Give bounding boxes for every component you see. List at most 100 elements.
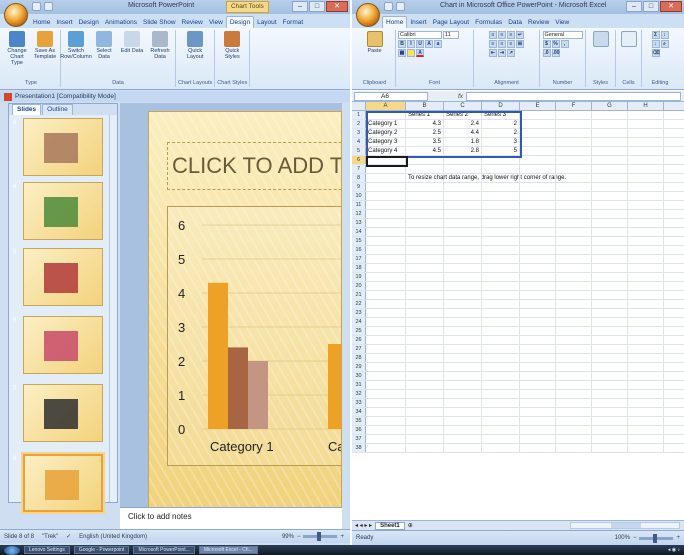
cell[interactable] [556, 138, 592, 146]
cell[interactable] [444, 363, 482, 371]
cell[interactable]: Category 3 [366, 138, 406, 146]
tab-data[interactable]: Data [505, 17, 525, 28]
cell[interactable]: 2.8 [444, 147, 482, 155]
cell[interactable] [592, 174, 628, 182]
cell[interactable] [628, 129, 664, 137]
cell[interactable] [556, 426, 592, 434]
zoom-level[interactable]: 99% [282, 534, 294, 540]
row-header[interactable]: 4 [352, 138, 366, 146]
cell[interactable] [628, 363, 664, 371]
cell[interactable] [592, 345, 628, 353]
cell[interactable] [406, 345, 444, 353]
wrap-text-icon[interactable]: ↵ [516, 31, 524, 39]
cell[interactable]: 2.4 [444, 120, 482, 128]
cell[interactable] [520, 363, 556, 371]
cell[interactable] [482, 228, 520, 236]
cell[interactable] [366, 327, 406, 335]
cell[interactable] [628, 381, 664, 389]
cell[interactable] [444, 417, 482, 425]
cell[interactable]: Series 1 [406, 111, 444, 119]
cell[interactable] [628, 273, 664, 281]
quick-styles-button[interactable]: Quick Styles [219, 31, 245, 60]
row-header[interactable]: 9 [352, 183, 366, 191]
minimize-icon[interactable]: – [292, 1, 308, 12]
cell[interactable] [556, 408, 592, 416]
cell[interactable] [592, 363, 628, 371]
cell[interactable] [366, 237, 406, 245]
row-header[interactable]: 25 [352, 327, 366, 335]
cell[interactable] [366, 435, 406, 443]
cell[interactable] [444, 174, 482, 182]
cell[interactable] [520, 426, 556, 434]
cell[interactable]: 2 [482, 129, 520, 137]
cell[interactable] [556, 282, 592, 290]
cell[interactable] [592, 165, 628, 173]
cell[interactable]: 1.8 [444, 138, 482, 146]
row-header[interactable]: 12 [352, 210, 366, 218]
taskbar-item[interactable]: Lenovo Settings [24, 546, 70, 554]
cell[interactable] [366, 381, 406, 389]
row-header[interactable]: 27 [352, 345, 366, 353]
cell[interactable] [366, 345, 406, 353]
cell[interactable] [628, 282, 664, 290]
cell[interactable] [366, 444, 406, 452]
cell[interactable] [592, 246, 628, 254]
row-header[interactable]: 37 [352, 435, 366, 443]
cell[interactable] [520, 156, 556, 164]
chart-frame[interactable]: 0 1 2 3 4 5 6 Category 1 Catego [167, 206, 341, 466]
row-header[interactable]: 33 [352, 399, 366, 407]
cell[interactable] [556, 237, 592, 245]
cell[interactable] [406, 210, 444, 218]
tab-page-layout[interactable]: Page Layout [430, 17, 473, 28]
formula-input[interactable] [466, 91, 681, 101]
cell[interactable] [556, 372, 592, 380]
cell[interactable] [592, 219, 628, 227]
column-header[interactable]: H [628, 102, 664, 110]
percent-icon[interactable]: % [551, 40, 560, 48]
cell[interactable] [628, 174, 664, 182]
cell[interactable] [444, 228, 482, 236]
cell[interactable] [592, 309, 628, 317]
cell[interactable] [366, 408, 406, 416]
cell[interactable] [556, 273, 592, 281]
cell[interactable] [520, 309, 556, 317]
zoom-slider[interactable] [303, 532, 338, 541]
sort-filter-icon[interactable]: ↕ [660, 31, 669, 39]
cell[interactable] [592, 372, 628, 380]
cell[interactable]: 4.5 [406, 147, 444, 155]
cell[interactable] [444, 255, 482, 263]
cell[interactable] [520, 282, 556, 290]
cell[interactable] [406, 219, 444, 227]
cell[interactable] [592, 336, 628, 344]
cell[interactable] [444, 273, 482, 281]
cell[interactable] [628, 444, 664, 452]
cell[interactable] [366, 417, 406, 425]
column-header[interactable]: D [482, 102, 520, 110]
cell[interactable] [556, 183, 592, 191]
cell[interactable] [444, 399, 482, 407]
cell[interactable] [556, 165, 592, 173]
cell[interactable] [592, 120, 628, 128]
cell[interactable] [592, 111, 628, 119]
cell[interactable] [628, 390, 664, 398]
cell[interactable] [556, 192, 592, 200]
sheet-nav-icon[interactable]: ◂ ◂ ▸ ▸ [355, 522, 372, 529]
cell[interactable] [366, 390, 406, 398]
shrink-font-icon[interactable]: a [434, 40, 442, 48]
zoom-out-icon[interactable]: − [297, 534, 301, 540]
cell[interactable] [556, 228, 592, 236]
cell[interactable] [406, 309, 444, 317]
align-top-icon[interactable]: ≡ [489, 31, 497, 39]
cell[interactable] [628, 255, 664, 263]
row-header[interactable]: 14 [352, 228, 366, 236]
cell[interactable] [482, 165, 520, 173]
cell[interactable] [406, 255, 444, 263]
select-data-button[interactable]: Select Data [91, 31, 117, 60]
row-header[interactable]: 6 [352, 156, 366, 164]
cell[interactable] [444, 309, 482, 317]
undo-icon[interactable] [44, 2, 53, 11]
decrease-indent-icon[interactable]: ⇤ [489, 49, 497, 57]
cell[interactable] [366, 210, 406, 218]
currency-icon[interactable]: $ [542, 40, 551, 48]
cell[interactable] [592, 138, 628, 146]
